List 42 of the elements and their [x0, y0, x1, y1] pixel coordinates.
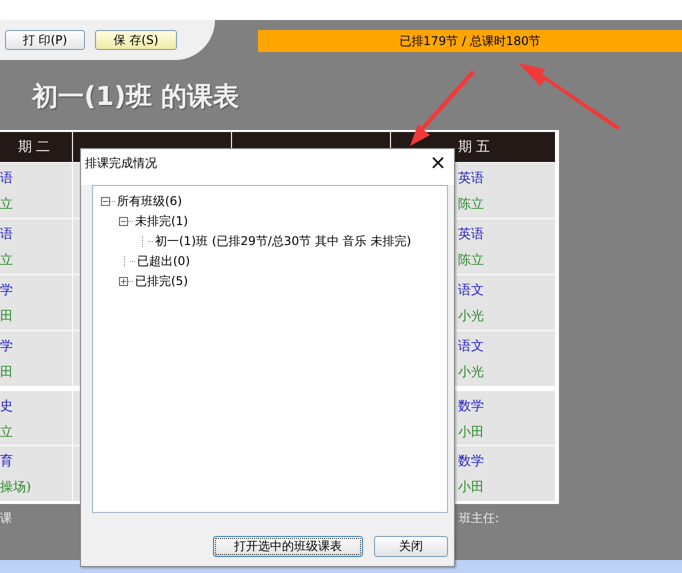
subject-text: 语文: [458, 282, 484, 300]
teacher-name: 陈立: [458, 252, 484, 270]
teacher-name: 小光: [458, 308, 484, 326]
toolbar-button[interactable]: 打 印(P): [5, 30, 85, 50]
subject-text: 史: [0, 398, 13, 416]
subject-text: 语文: [458, 338, 484, 356]
tree-item[interactable]: 未排完(1): [135, 212, 188, 230]
subject-text: 英语: [458, 170, 484, 188]
collapse-icon[interactable]: [119, 216, 128, 226]
teacher-name: 小田: [458, 479, 484, 497]
toolbar-button[interactable]: 保 存(S): [95, 30, 177, 50]
dialog-button[interactable]: 打开选中的班级课表: [213, 536, 363, 557]
tree-item[interactable]: 所有班级(6): [117, 192, 182, 210]
subject-text: 语: [0, 226, 13, 244]
tree-item[interactable]: 已超出(0): [137, 252, 190, 270]
tree-item[interactable]: 已排完(5): [135, 272, 188, 290]
footer-text: 课: [0, 510, 13, 527]
tree-item[interactable]: 初一(1)班 (已排29节/总30节 其中 音乐 未排完): [155, 232, 412, 250]
column-header: 期二: [0, 132, 72, 163]
subject-text: 学: [0, 282, 13, 300]
expand-icon[interactable]: [119, 276, 128, 286]
teacher-name: 小光: [458, 364, 484, 382]
teacher-name: 陈立: [458, 196, 484, 214]
subject-text: 学: [0, 338, 13, 356]
subject-text: 数学: [458, 398, 484, 416]
progress-banner: 已排179节 / 总课时180节: [258, 30, 682, 52]
subject-text: 语: [0, 170, 13, 188]
teacher-name: 操场): [0, 479, 32, 497]
teacher-name: 立: [0, 196, 13, 214]
teacher-name: 田: [0, 364, 13, 382]
teacher-name: 小田: [458, 424, 484, 442]
teacher-name: 立: [0, 252, 13, 270]
subject-text: 英语: [458, 226, 484, 244]
page-title: 初一(1)班 的课表: [32, 81, 239, 114]
subject-text: 数学: [458, 453, 484, 471]
teacher-name: 田: [0, 308, 13, 326]
footer-text: 班主任:: [459, 510, 500, 527]
dialog-title: 排课完成情况: [85, 155, 157, 172]
collapse-icon[interactable]: [101, 196, 110, 206]
subject-text: 育: [0, 453, 13, 471]
teacher-name: 立: [0, 424, 13, 442]
dialog-button[interactable]: 关闭: [374, 536, 448, 557]
